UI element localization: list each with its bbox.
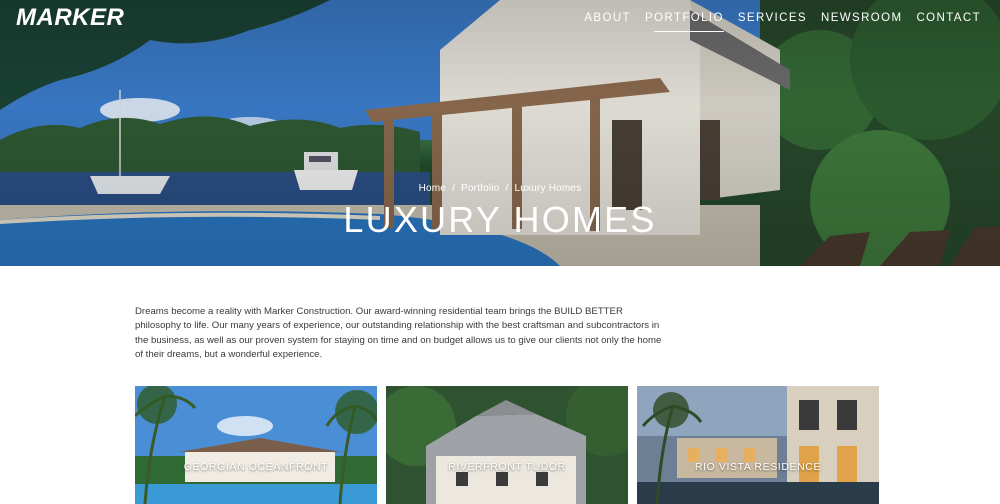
marker-logo[interactable]: MARKER (16, 6, 124, 30)
breadcrumb-separator: / (505, 183, 509, 194)
main-nav: ABOUT PORTFOLIO SERVICES NEWSROOM CONTAC… (577, 11, 988, 32)
project-card-riverfront-tudor[interactable]: RIVERFRONT TUDOR (386, 386, 628, 504)
hero-banner: MARKER ABOUT PORTFOLIO SERVICES NEWSROOM… (0, 0, 1000, 266)
nav-services[interactable]: SERVICES (731, 11, 814, 25)
project-label: RIO VISTA RESIDENCE (694, 461, 822, 473)
breadcrumb-separator: / (452, 183, 456, 194)
nav-portfolio[interactable]: PORTFOLIO (638, 11, 731, 32)
nav-newsroom[interactable]: NEWSROOM (814, 11, 909, 25)
breadcrumb-portfolio[interactable]: Portfolio (461, 183, 500, 194)
nav-contact[interactable]: CONTACT (909, 11, 988, 25)
breadcrumb-current: Luxury Homes (514, 183, 582, 194)
page-title: LUXURY HOMES (343, 199, 657, 240)
project-card-rio-vista-residence[interactable]: RIO VISTA RESIDENCE (637, 386, 879, 504)
project-image (386, 386, 628, 504)
breadcrumb-home[interactable]: Home (419, 183, 446, 194)
breadcrumb: Home / Portfolio / Luxury Homes (0, 183, 1000, 194)
project-card-georgian-oceanfront[interactable]: GEORGIAN OCEANFRONT (135, 386, 377, 504)
project-label: RIVERFRONT TUDOR (448, 461, 566, 473)
intro-paragraph: Dreams become a reality with Marker Cons… (135, 306, 662, 361)
project-image (637, 386, 879, 504)
project-image (135, 386, 377, 504)
project-label: GEORGIAN OCEANFRONT (183, 461, 329, 473)
nav-about[interactable]: ABOUT (577, 11, 638, 25)
